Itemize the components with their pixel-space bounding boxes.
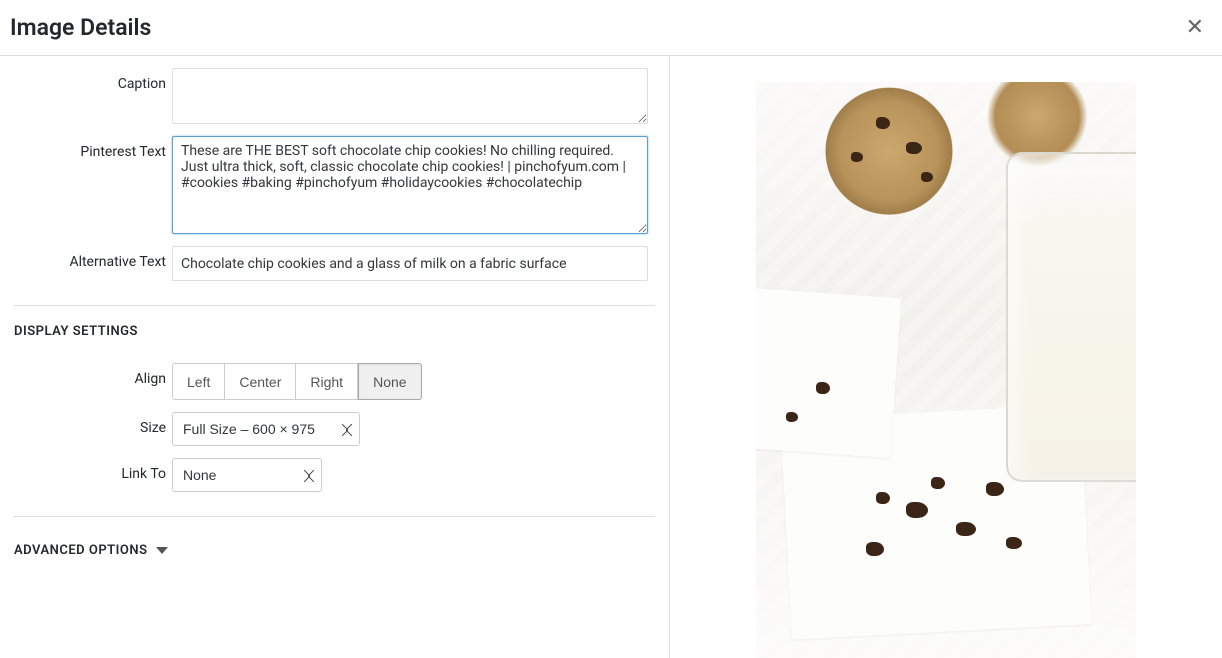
caption-input[interactable] — [172, 68, 648, 124]
link-to-label: Link To — [14, 458, 172, 482]
advanced-options-toggle[interactable]: ADVANCED OPTIONS — [14, 535, 655, 566]
settings-panel: Caption Pinterest Text These are THE BES… — [0, 56, 670, 658]
align-right-button[interactable]: Right — [296, 363, 358, 400]
alternative-text-input[interactable] — [172, 246, 648, 281]
link-to-select[interactable]: None — [172, 458, 322, 492]
size-label: Size — [14, 412, 172, 436]
display-settings-heading: DISPLAY SETTINGS — [14, 324, 655, 339]
image-preview-panel — [670, 56, 1222, 658]
align-center-button[interactable]: Center — [225, 363, 296, 400]
divider — [14, 516, 655, 517]
align-left-button[interactable]: Left — [172, 363, 225, 400]
chevron-down-icon — [156, 547, 168, 554]
pinterest-text-label: Pinterest Text — [14, 136, 172, 160]
size-select[interactable]: Full Size – 600 × 975 — [172, 412, 360, 446]
pinterest-text-input[interactable]: These are THE BEST soft chocolate chip c… — [172, 136, 648, 234]
divider — [14, 305, 655, 306]
close-icon[interactable]: ✕ — [1178, 9, 1212, 47]
align-label: Align — [14, 363, 172, 387]
advanced-options-heading: ADVANCED OPTIONS — [14, 543, 148, 558]
milk-jar — [1006, 152, 1136, 482]
image-preview — [756, 82, 1136, 658]
caption-label: Caption — [14, 68, 172, 92]
modal-title: Image Details — [10, 14, 151, 41]
align-button-group: Left Center Right None — [172, 363, 422, 400]
align-none-button[interactable]: None — [358, 363, 421, 400]
alternative-text-label: Alternative Text — [14, 246, 172, 270]
